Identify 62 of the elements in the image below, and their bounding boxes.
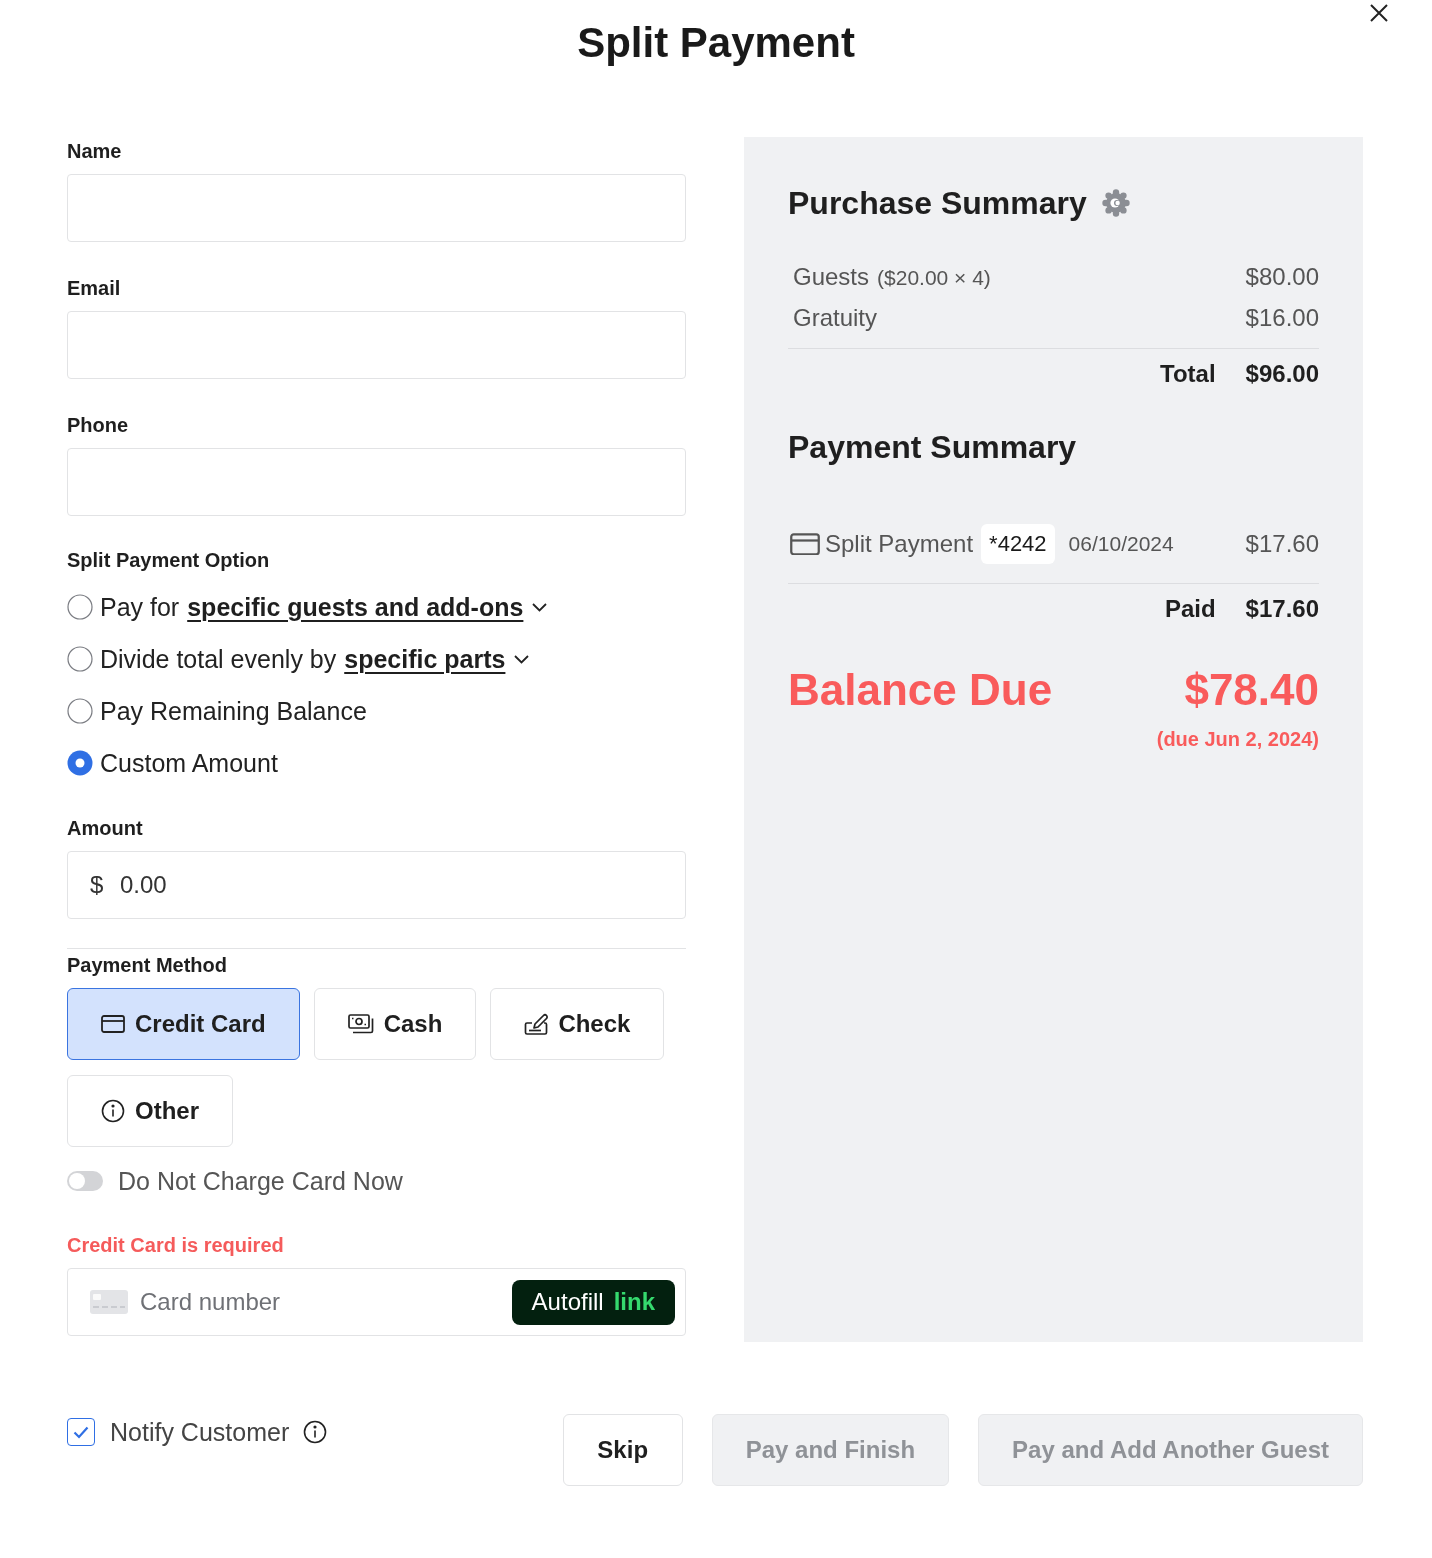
paid-label: Paid [1164, 595, 1216, 623]
radio-button[interactable] [67, 646, 93, 672]
toggle-switch[interactable] [67, 1171, 103, 1191]
payment-label: Split Payment [825, 530, 974, 558]
banknote-icon [347, 1014, 374, 1034]
field-label: Name [67, 139, 122, 163]
total-amount: $96.00 [1245, 360, 1319, 388]
info-icon [101, 1099, 125, 1123]
field-label: Amount [67, 816, 143, 840]
card-number-field[interactable]: Card number Autofill link [67, 1268, 686, 1336]
payment-date: 06/10/2024 [1068, 532, 1174, 556]
payment-method-button[interactable]: Credit Card [67, 988, 300, 1060]
settings-icon [1101, 189, 1130, 217]
toggle-label: Do Not Charge Card Now [118, 1166, 403, 1196]
balance-amount: $78.40 [1184, 664, 1319, 716]
panel-heading: Payment Summary [788, 428, 1077, 467]
field-label: Email [67, 276, 121, 300]
credit-card-icon [101, 1015, 125, 1033]
line-item-label: Gratuity [793, 303, 878, 332]
caret-icon [514, 654, 530, 664]
paid-amount: $17.60 [1245, 595, 1319, 623]
balance-label: Balance Due [788, 664, 1053, 716]
radio-button[interactable] [67, 698, 93, 724]
credit-card-icon [790, 532, 820, 556]
option-label: Custom Amount [100, 748, 278, 778]
payment-method-button[interactable]: Check [490, 988, 665, 1060]
input-field[interactable] [67, 448, 686, 516]
action-button[interactable]: Skip [562, 1414, 683, 1486]
card-digits-tag: *4242 [981, 524, 1055, 564]
checkbox-label: Notify Customer [110, 1417, 290, 1447]
line-item-amount: $16.00 [1245, 303, 1319, 332]
check-icon [73, 1425, 89, 1439]
card-icon [90, 1290, 128, 1314]
radio-button[interactable] [67, 750, 93, 776]
option-label: Pay for [100, 592, 180, 622]
input-field[interactable] [67, 311, 686, 379]
section-label: Split Payment Option [67, 548, 270, 572]
dropdown-link[interactable]: specific parts [344, 644, 530, 674]
total-label: Total [1160, 360, 1216, 388]
autofill-button[interactable]: Autofill link [511, 1279, 675, 1325]
caret-icon [532, 602, 548, 612]
checkbox[interactable] [67, 1418, 95, 1446]
close-icon [1369, 3, 1389, 23]
due-date: (due Jun 2, 2024) [1156, 727, 1319, 752]
line-item-amount: $80.00 [1245, 262, 1319, 291]
dialog-title: Split Payment [577, 18, 855, 68]
payment-amount: $17.60 [1245, 530, 1319, 558]
panel-heading: Purchase Summary [788, 184, 1087, 223]
info-icon [303, 1420, 328, 1444]
input-field[interactable] [67, 174, 686, 242]
option-label: Pay Remaining Balance [100, 696, 367, 726]
currency-symbol: $ [90, 871, 104, 899]
field-label: Phone [67, 413, 129, 437]
option-label: Divide total evenly by [100, 644, 337, 674]
radio-button[interactable] [67, 594, 93, 620]
dropdown-link[interactable]: specific guests and add-ons [187, 592, 548, 622]
error-message: Credit Card is required [67, 1233, 284, 1257]
pen-and-paper-icon [524, 1012, 549, 1036]
section-label: Payment Method [67, 953, 228, 977]
payment-method-button[interactable]: Other [67, 1075, 233, 1147]
payment-method-button[interactable]: Cash [313, 988, 477, 1060]
line-item-label: Guests ($20.00 × 4) [793, 262, 991, 291]
